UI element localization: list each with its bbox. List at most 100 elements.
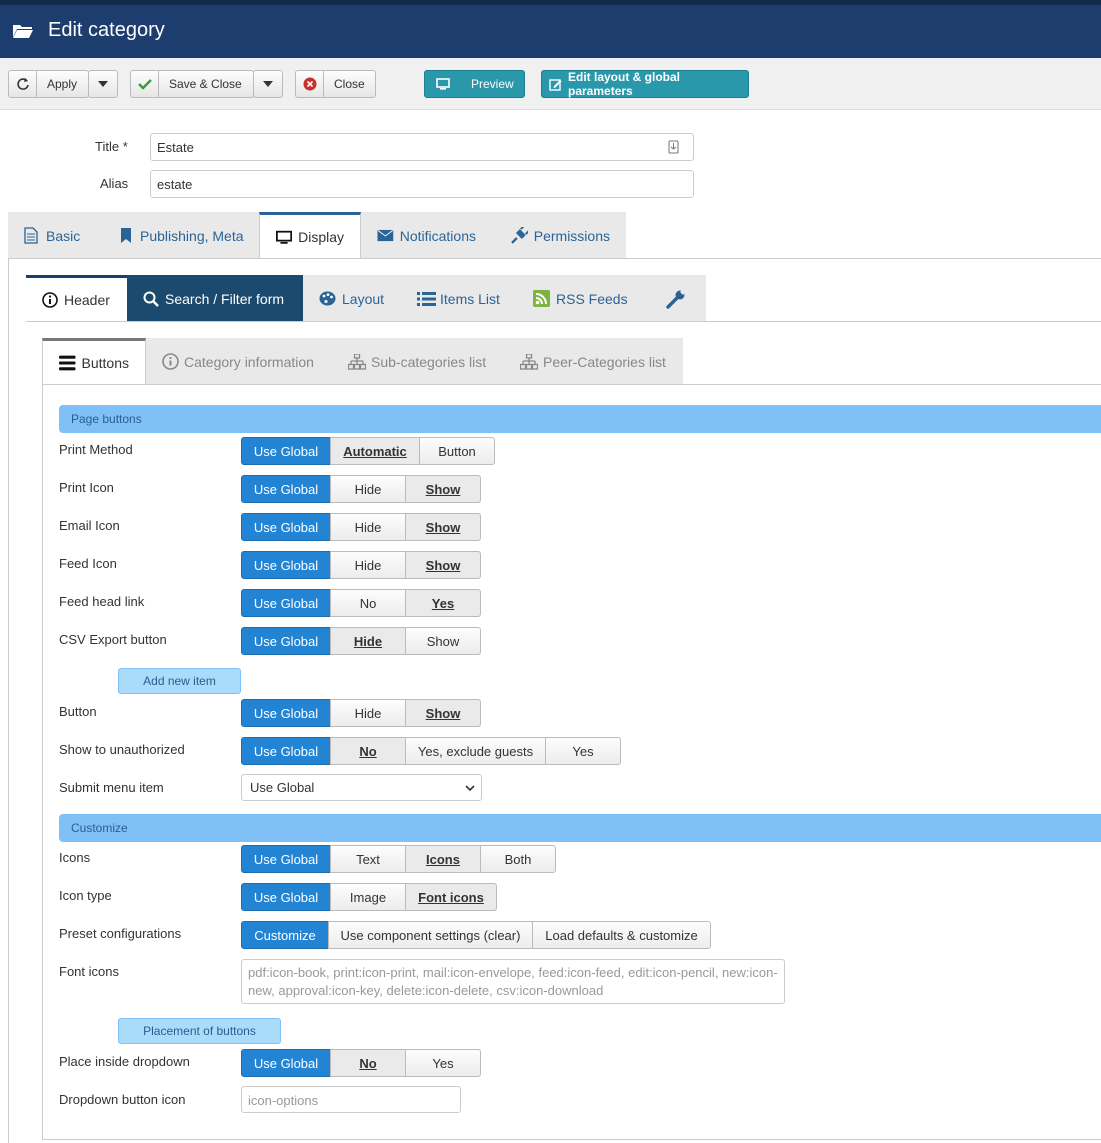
- place-dropdown-option[interactable]: Use Global: [241, 1049, 331, 1077]
- button-option[interactable]: Show: [405, 699, 481, 727]
- save-dropdown-button[interactable]: [253, 70, 283, 98]
- submit-menu-select[interactable]: Use Global: [241, 774, 482, 801]
- save-close-button[interactable]: Save & Close: [130, 70, 254, 98]
- icon-type-option[interactable]: Use Global: [241, 883, 331, 911]
- tab-peer-categories[interactable]: Peer-Categories list: [504, 338, 683, 385]
- print-icon-option[interactable]: Hide: [330, 475, 406, 503]
- tab-permissions[interactable]: Permissions: [494, 212, 626, 259]
- tab-permissions-label: Permissions: [533, 227, 610, 244]
- place-dropdown-option[interactable]: No: [330, 1049, 406, 1077]
- csv-export-option[interactable]: Hide: [330, 627, 406, 655]
- email-icon-option[interactable]: Hide: [330, 513, 406, 541]
- tab-basic[interactable]: Basic: [8, 212, 108, 259]
- title-value: Estate: [157, 140, 194, 155]
- tab-buttons[interactable]: Buttons: [42, 338, 146, 385]
- feed-head-link-option[interactable]: Yes: [405, 589, 481, 617]
- alias-input[interactable]: estate: [150, 170, 694, 198]
- apply-button[interactable]: Apply: [8, 70, 89, 98]
- csv-export-toggle: Use Global Hide Show: [241, 627, 481, 655]
- feed-icon-label: Feed Icon: [59, 556, 117, 571]
- preview-button[interactable]: Preview: [424, 70, 525, 98]
- print-method-option[interactable]: Automatic: [330, 437, 420, 465]
- print-method-option[interactable]: Button: [419, 437, 495, 465]
- show-unauthorized-option[interactable]: Yes, exclude guests: [405, 737, 546, 765]
- email-icon-option[interactable]: Use Global: [241, 513, 331, 541]
- refresh-icon: [9, 71, 37, 97]
- icon-type-label: Icon type: [59, 888, 112, 903]
- icons-label: Icons: [59, 850, 91, 865]
- csv-export-option[interactable]: Show: [405, 627, 481, 655]
- tab-layout[interactable]: Layout: [303, 275, 401, 322]
- feed-head-link-label: Feed head link: [59, 594, 145, 609]
- place-dropdown-label: Place inside dropdown: [59, 1054, 190, 1069]
- button-option[interactable]: Hide: [330, 699, 406, 727]
- subtabs-divider: [26, 321, 1101, 322]
- apply-dropdown-button[interactable]: [88, 70, 118, 98]
- feed-icon-option[interactable]: Hide: [330, 551, 406, 579]
- edit-layout-button[interactable]: Edit layout & global parameters: [541, 70, 749, 98]
- show-unauthorized-option[interactable]: Use Global: [241, 737, 331, 765]
- title-input[interactable]: Estate: [150, 133, 694, 161]
- tab-display-label: Display: [298, 229, 344, 245]
- dropdown-icon-input[interactable]: icon-options: [241, 1086, 461, 1113]
- save-close-label: Save & Close: [169, 77, 242, 91]
- icons-option[interactable]: Both: [480, 845, 556, 873]
- feed-icon-option[interactable]: Use Global: [241, 551, 331, 579]
- tab-search-filter[interactable]: Search / Filter form: [127, 275, 303, 322]
- tab-layout-label: Layout: [342, 290, 385, 307]
- tab-category-info[interactable]: Category information: [146, 338, 332, 385]
- print-method-option[interactable]: Use Global: [241, 437, 331, 465]
- dropdown-icon-label: Dropdown button icon: [59, 1092, 186, 1107]
- feed-head-link-option[interactable]: Use Global: [241, 589, 331, 617]
- bookmark-icon: [121, 228, 131, 243]
- feed-icon-option[interactable]: Show: [405, 551, 481, 579]
- print-icon-option[interactable]: Show: [405, 475, 481, 503]
- info-circle-icon: [162, 353, 179, 370]
- tab-rss-feeds-label: RSS Feeds: [556, 290, 628, 307]
- translate-icon: [668, 140, 679, 154]
- print-icon-option[interactable]: Use Global: [241, 475, 331, 503]
- folder-open-icon: [13, 25, 33, 38]
- tab-rss-feeds[interactable]: RSS Feeds: [517, 275, 646, 322]
- place-dropdown-option[interactable]: Yes: [405, 1049, 481, 1077]
- icons-option[interactable]: Text: [330, 845, 406, 873]
- show-unauthorized-option[interactable]: No: [330, 737, 406, 765]
- email-icon-option[interactable]: Show: [405, 513, 481, 541]
- tab-display[interactable]: Display: [259, 212, 361, 259]
- close-button[interactable]: Close: [295, 70, 376, 98]
- submit-menu-value: Use Global: [250, 780, 315, 795]
- tab-header[interactable]: Header: [26, 275, 127, 322]
- tab-publishing[interactable]: Publishing, Meta: [104, 212, 260, 259]
- envelope-icon: [377, 229, 394, 242]
- tab-search-filter-label: Search / Filter form: [165, 290, 285, 307]
- close-circle-icon: [296, 71, 324, 97]
- tab-tools[interactable]: [646, 275, 706, 322]
- tab-items-list-label: Items List: [440, 290, 500, 307]
- tab-publishing-label: Publishing, Meta: [140, 227, 244, 244]
- close-label: Close: [334, 77, 365, 91]
- alias-label: Alias: [100, 176, 129, 191]
- font-icons-textarea[interactable]: pdf:icon-book, print:icon-print, mail:ic…: [241, 959, 785, 1004]
- email-icon-toggle: Use Global Hide Show: [241, 513, 481, 541]
- tab-items-list[interactable]: Items List: [401, 275, 517, 322]
- tab-basic-label: Basic: [46, 227, 81, 244]
- preset-option[interactable]: Load defaults & customize: [532, 921, 711, 949]
- tab-buttons-label: Buttons: [81, 355, 129, 371]
- button-option[interactable]: Use Global: [241, 699, 331, 727]
- show-unauthorized-option[interactable]: Yes: [545, 737, 621, 765]
- section-customize: Customize: [59, 814, 1101, 842]
- icons-option[interactable]: Use Global: [241, 845, 331, 873]
- icons-option[interactable]: Icons: [405, 845, 481, 873]
- preset-option[interactable]: Use component settings (clear): [328, 921, 533, 949]
- feed-head-link-option[interactable]: No: [330, 589, 406, 617]
- bars-icon: [59, 355, 76, 371]
- tab-notifications[interactable]: Notifications: [361, 212, 492, 259]
- tab-peer-categories-label: Peer-Categories list: [543, 353, 666, 370]
- icon-type-option[interactable]: Font icons: [405, 883, 497, 911]
- tab-subcategories[interactable]: Sub-categories list: [332, 338, 504, 385]
- page-title: Edit category: [48, 19, 165, 41]
- icon-type-option[interactable]: Image: [330, 883, 406, 911]
- edit-icon: [542, 78, 568, 91]
- preset-option[interactable]: Customize: [241, 921, 329, 949]
- csv-export-option[interactable]: Use Global: [241, 627, 331, 655]
